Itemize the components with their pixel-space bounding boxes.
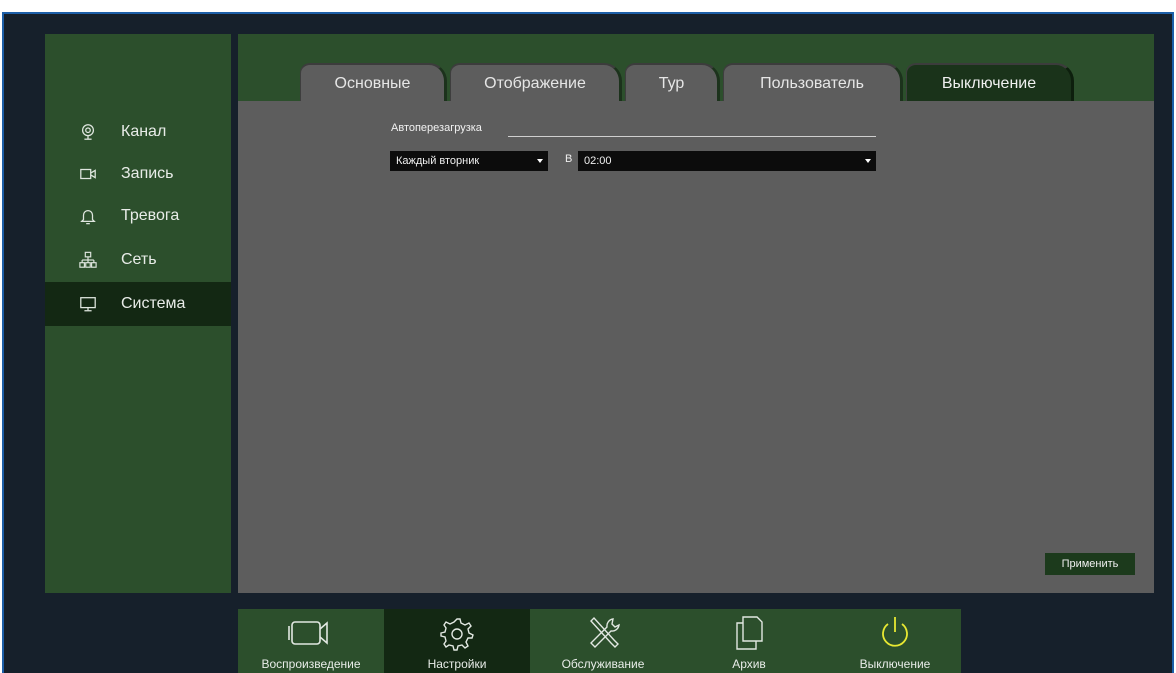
bottom-item-settings[interactable]: Настройки [384, 609, 530, 673]
bell-icon [77, 205, 99, 227]
sidebar-item-alarm[interactable]: Тревога [45, 194, 231, 238]
monitor-icon [77, 293, 99, 315]
tab-shutdown[interactable]: Выключение [906, 63, 1074, 103]
bottom-item-playback[interactable]: Воспроизведение [238, 609, 384, 673]
gear-icon [384, 615, 530, 651]
autoreboot-label: Автоперезагрузка [391, 122, 482, 134]
bottom-item-maintenance[interactable]: Обслуживание [530, 609, 676, 673]
sidebar-item-label: Тревога [121, 207, 180, 224]
sidebar-item-label: Система [121, 295, 186, 312]
at-label: В [565, 153, 573, 165]
tools-icon [530, 615, 676, 651]
sidebar-item-label: Запись [121, 165, 174, 182]
tab-user[interactable]: Пользователь [723, 63, 903, 103]
documents-icon [676, 615, 822, 651]
section-divider [508, 136, 876, 137]
video-record-icon [77, 163, 99, 185]
apply-button[interactable]: Применить [1045, 553, 1135, 575]
sidebar-item-channel[interactable]: Канал [45, 110, 231, 154]
bottom-item-shutdown[interactable]: Выключение [822, 609, 968, 673]
reboot-time-select[interactable]: 02:00 [578, 151, 876, 171]
sidebar: Канал Запись Тревога Сеть Система [45, 34, 231, 593]
tab-general[interactable]: Основные [300, 63, 447, 103]
sidebar-item-record[interactable]: Запись [45, 152, 231, 196]
sidebar-item-label: Сеть [121, 251, 157, 268]
video-camera-icon [238, 615, 384, 651]
shutdown-content: Автоперезагрузка Каждый вторник В 02:00 … [238, 101, 1154, 593]
reboot-schedule-select[interactable]: Каждый вторник [390, 151, 548, 171]
bottom-nav-bar: Воспроизведение Настройки Обслуживание А… [238, 609, 961, 673]
settings-panel: Основные Отображение Тур Пользователь Вы… [238, 34, 1154, 593]
sidebar-item-system[interactable]: Система [45, 282, 231, 326]
network-icon [77, 249, 99, 271]
camera-dome-icon [77, 121, 99, 143]
sidebar-item-network[interactable]: Сеть [45, 238, 231, 282]
bottom-item-label: Выключение [859, 657, 931, 671]
power-icon [822, 615, 968, 651]
bottom-item-label: Архив [732, 657, 766, 671]
chevron-down-icon [537, 159, 543, 163]
tab-display[interactable]: Отображение [450, 63, 622, 103]
chevron-down-icon [865, 159, 871, 163]
reboot-schedule-value: Каждый вторник [396, 155, 480, 167]
bottom-item-label: Воспроизведение [261, 657, 361, 671]
bottom-item-label: Настройки [427, 657, 487, 671]
bottom-item-label: Обслуживание [561, 657, 645, 671]
reboot-time-value: 02:00 [584, 155, 612, 167]
tab-tour[interactable]: Тур [625, 63, 720, 103]
sidebar-item-label: Канал [121, 123, 167, 140]
bottom-item-archive[interactable]: Архив [676, 609, 822, 673]
